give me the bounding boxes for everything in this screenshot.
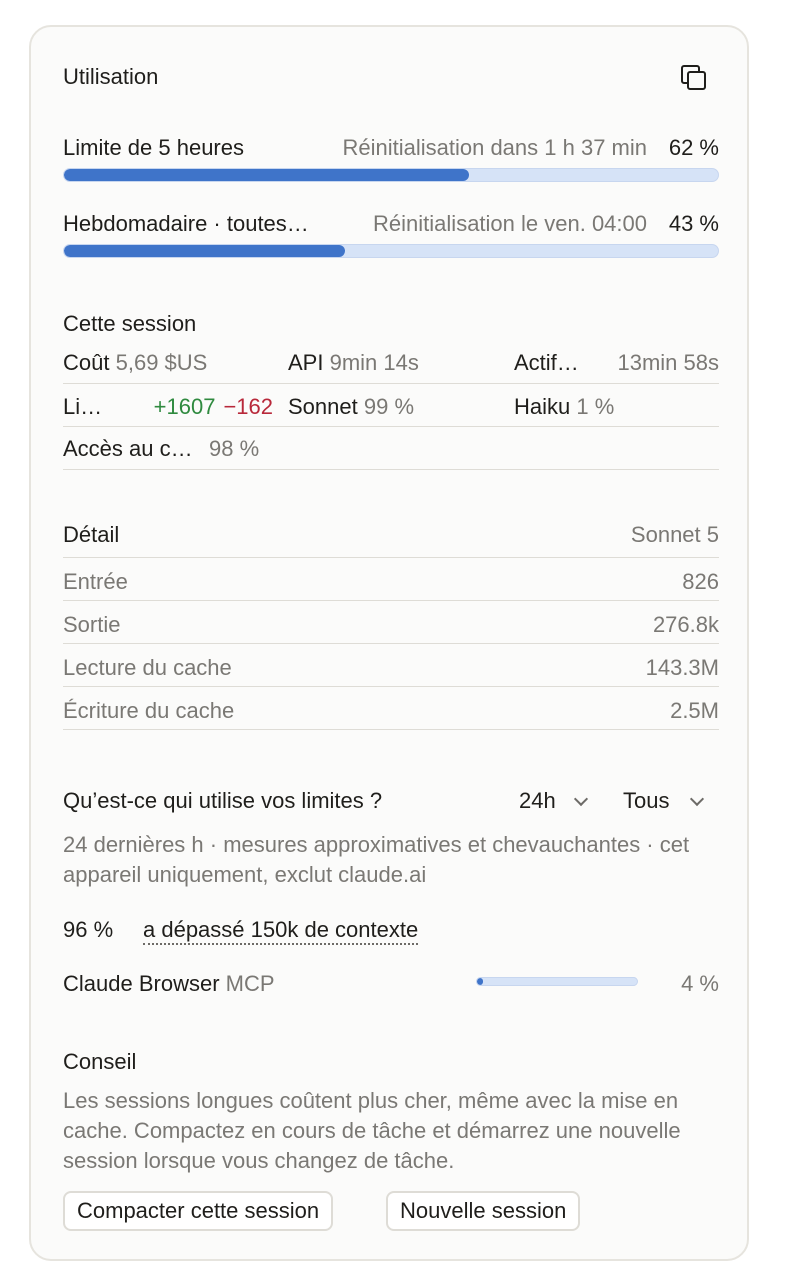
context-percent: 96 % [63, 917, 114, 942]
usage-item-progress-fill [477, 978, 484, 985]
detail-row-value: 143.3M [645, 655, 719, 680]
usage-title: Qu’est-ce qui utilise vos limites ? [63, 788, 383, 813]
divider [63, 686, 719, 687]
usage-item-progress [476, 977, 638, 986]
session-lines: Lignes +1607 −162 [63, 393, 273, 421]
panel-title: Utilisation [63, 64, 159, 89]
session-title: Cette session [63, 311, 197, 336]
divider [63, 600, 719, 601]
session-api-value: 9min 14s [329, 350, 419, 375]
divider [63, 426, 719, 427]
limit-5h-label: Limite de 5 heures [63, 135, 244, 160]
session-cost-value: 5,69 $US [115, 350, 208, 375]
divider [63, 383, 719, 384]
range-select-value: 24h [519, 788, 556, 813]
detail-row-label: Entrée [63, 569, 128, 594]
session-cache-label: Accès au cache [63, 436, 197, 461]
session-cost-label: Coût [63, 350, 110, 375]
filter-select[interactable]: Tous [613, 783, 719, 819]
divider [63, 557, 719, 558]
session-lines-added: +1607 [153, 394, 216, 419]
session-cache: Accès au cache 98 % [63, 435, 273, 463]
detail-row-value: 276.8k [652, 612, 719, 637]
new-session-button[interactable]: Nouvelle session [386, 1191, 581, 1231]
limit-5h-reset: Réinitialisation dans 1 h 37 min [342, 135, 647, 160]
range-select[interactable]: 24h [509, 783, 597, 819]
limit-5h-progress-fill [64, 169, 470, 181]
usage-item-name: Claude Browser [63, 971, 220, 996]
compact-session-button[interactable]: Compacter cette session [63, 1191, 334, 1231]
context-threshold-label: a dépassé 150k de contexte [143, 917, 419, 945]
chevron-down-icon [573, 791, 589, 807]
limit-weekly-progress-fill [64, 245, 346, 257]
session-sonnet-value: 99 % [363, 394, 415, 419]
detail-row-value: 2.5M [670, 698, 719, 723]
session-haiku: Haiku 1 % [514, 393, 614, 421]
detail-model: Sonnet 5 [630, 522, 719, 547]
session-cache-value: 98 % [209, 436, 260, 461]
context-threshold-link[interactable]: a dépassé 150k de contexte [143, 916, 419, 945]
usage-item-percent: 4 % [681, 971, 719, 996]
session-sonnet: Sonnet 99 % [288, 393, 414, 421]
limit-weekly-reset: Réinitialisation le ven. 04:00 [373, 211, 647, 236]
session-api: API 9min 14s [288, 349, 419, 377]
session-cost: Coût 5,69 $US [63, 349, 207, 377]
usage-panel: Utilisation Limite de 5 heures Réinitial… [29, 25, 749, 1261]
session-active-label: Actif [514, 350, 557, 375]
tip-text: Les sessions longues coûtent plus cher, … [63, 1088, 681, 1173]
limit-5h-percent: 62 % [668, 135, 719, 160]
session-haiku-label: Haiku [514, 394, 571, 419]
session-haiku-value: 1 % [576, 394, 615, 419]
detail-title: Détail [63, 522, 120, 547]
limit-weekly-label: Hebdomadaire · toutes les sessions [63, 211, 311, 236]
divider [63, 643, 719, 644]
tip-title: Conseil [63, 1049, 137, 1074]
session-lines-removed: −162 [223, 394, 273, 419]
copy-icon[interactable] [681, 65, 707, 91]
limit-weekly-percent: 43 % [668, 211, 719, 236]
limit-weekly-progress [63, 244, 719, 258]
detail-row-label: Sortie [63, 612, 121, 637]
limit-5h-progress [63, 168, 719, 182]
session-active-value: 13min 58s [617, 350, 719, 375]
detail-row-value: 826 [682, 569, 719, 594]
session-api-label: API [288, 350, 324, 375]
usage-item-type: MCP [225, 971, 275, 996]
usage-description: 24 dernières h · mesures approximatives … [63, 832, 690, 887]
session-active: Actif … 13min 58s [514, 350, 719, 375]
usage-item: Claude Browser MCP [63, 970, 275, 998]
session-sonnet-label: Sonnet [288, 394, 358, 419]
session-lines-label: Lignes [63, 394, 109, 419]
detail-row-label: Écriture du cache [63, 698, 235, 723]
filter-select-value: Tous [623, 788, 670, 813]
chevron-down-icon [689, 791, 705, 807]
divider [63, 469, 719, 470]
detail-row-label: Lecture du cache [63, 655, 232, 680]
divider [63, 729, 719, 730]
